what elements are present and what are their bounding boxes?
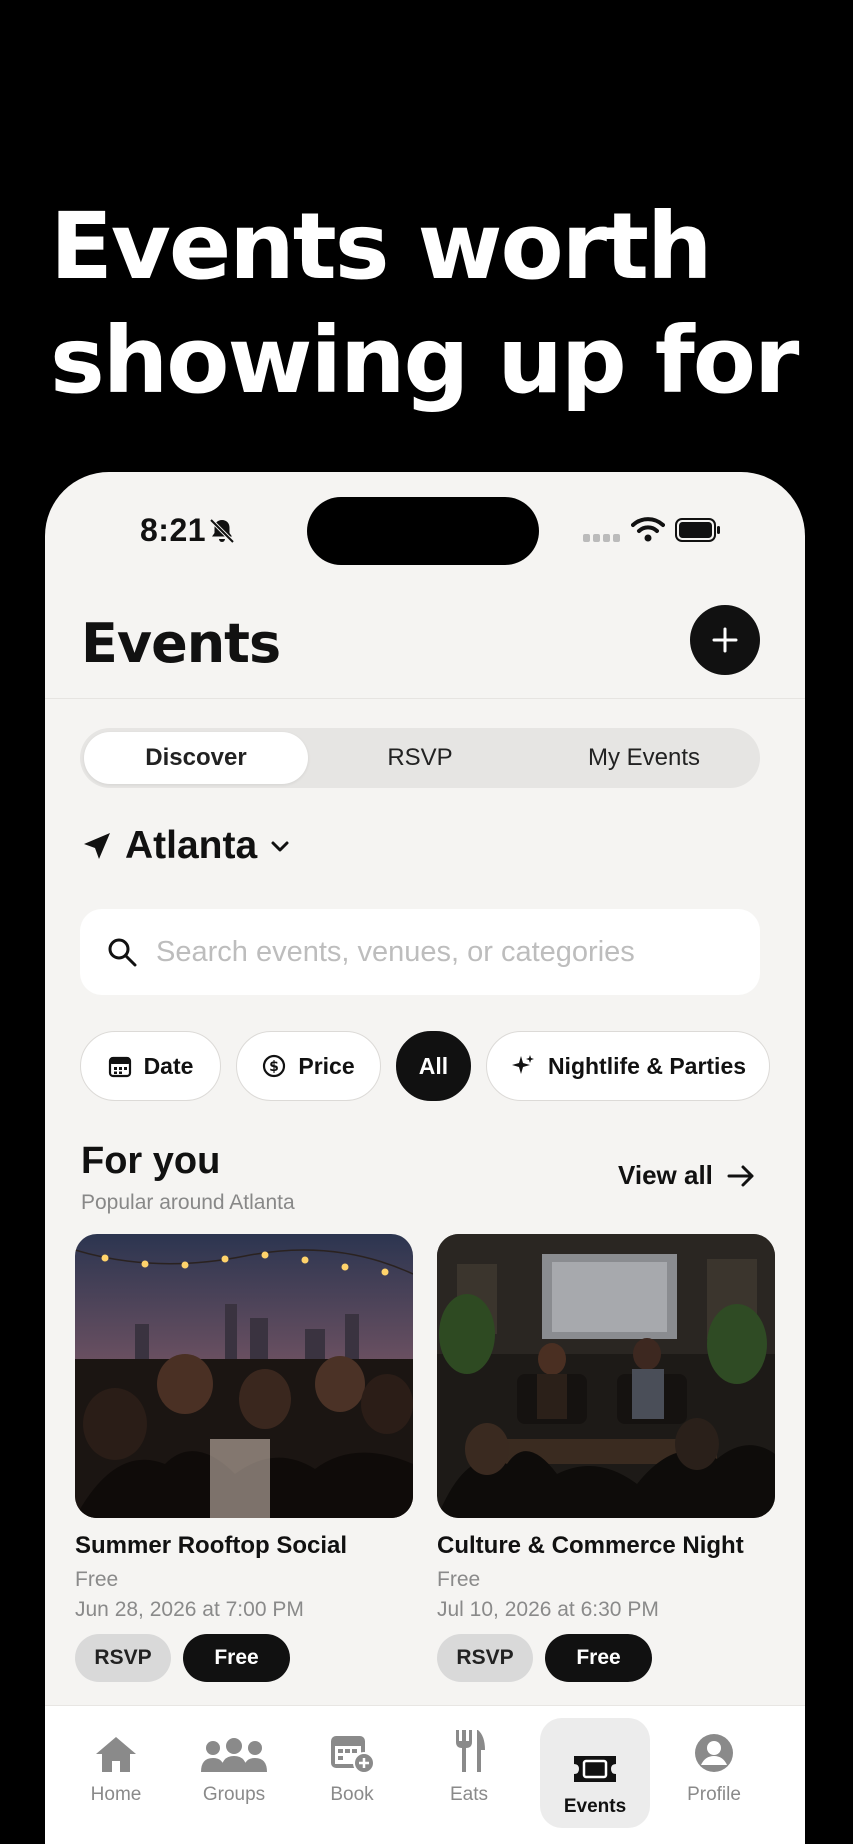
promo-headline: Events worth showing up for <box>50 190 830 418</box>
ticket-icon <box>574 1756 616 1782</box>
dynamic-island <box>307 497 539 565</box>
phone-screen: 8:21 Events Discover RSVP My Events Atla… <box>45 472 805 1844</box>
tab-book[interactable]: Book <box>297 1706 407 1816</box>
chevron-down-icon <box>271 841 289 852</box>
headline-line-1: Events worth <box>50 193 713 300</box>
all-filter-label: All <box>418 1052 449 1079</box>
nightlife-filter-chip[interactable]: Nightlife & Parties <box>486 1031 770 1101</box>
bell-off-icon <box>209 518 235 544</box>
status-time: 8:21 <box>140 512 207 548</box>
tab-eats-label: Eats <box>449 1784 489 1805</box>
wifi-icon <box>631 517 665 542</box>
tab-home[interactable]: Home <box>61 1706 171 1816</box>
location-city: Atlanta <box>125 824 258 867</box>
rsvp-button[interactable]: RSVP <box>75 1634 171 1682</box>
nightlife-filter-label: Nightlife & Parties <box>547 1052 747 1079</box>
date-filter-chip[interactable]: Date <box>80 1031 221 1101</box>
event-date: Jul 10, 2026 at 6:30 PM <box>437 1598 659 1621</box>
price-filter-label: Price <box>298 1052 355 1079</box>
tab-home-label: Home <box>90 1784 142 1805</box>
free-badge: Free <box>545 1634 652 1682</box>
segmented-control: Discover RSVP My Events <box>80 728 760 788</box>
plus-icon <box>712 627 738 653</box>
section-title: For you <box>81 1140 221 1182</box>
tab-rsvp[interactable]: RSVP <box>308 732 532 784</box>
date-filter-label: Date <box>143 1052 194 1079</box>
search-icon <box>108 938 137 967</box>
cellular-signal-icon <box>583 534 620 542</box>
location-arrow-icon <box>84 833 110 859</box>
sparkles-icon <box>511 1055 534 1074</box>
all-filter-chip[interactable]: All <box>396 1031 471 1101</box>
profile-icon <box>695 1734 733 1772</box>
free-badge: Free <box>183 1634 290 1682</box>
tab-profile-label: Profile <box>687 1784 741 1805</box>
headline-line-2: showing up for <box>50 307 799 414</box>
svg-text:$: $ <box>269 1059 279 1075</box>
home-icon <box>96 1737 136 1772</box>
rsvp-button[interactable]: RSVP <box>437 1634 533 1682</box>
event-name: Summer Rooftop Social <box>75 1532 348 1559</box>
groups-icon <box>201 1738 267 1772</box>
event-name: Culture & Commerce Night <box>437 1532 744 1559</box>
header-divider <box>45 698 805 699</box>
view-all-label: View all <box>618 1160 713 1190</box>
calendar-icon <box>108 1056 131 1078</box>
event-image-culture[interactable] <box>437 1234 775 1518</box>
view-all-link[interactable]: View all <box>618 1160 755 1191</box>
battery-icon <box>675 518 720 542</box>
section-subtitle: Popular around Atlanta <box>81 1191 295 1214</box>
tab-events[interactable]: Events <box>540 1718 650 1828</box>
event-card[interactable]: Culture & Commerce Night Free Jul 10, 20… <box>437 1234 775 1682</box>
add-event-button[interactable] <box>690 605 760 675</box>
tab-my-events[interactable]: My Events <box>532 732 756 784</box>
tab-profile[interactable]: Profile <box>659 1706 769 1816</box>
tab-groups[interactable]: Groups <box>179 1706 289 1816</box>
event-price: Free <box>437 1568 481 1591</box>
dollar-circle-icon: $ <box>263 1054 286 1078</box>
fork-knife-icon <box>456 1730 485 1772</box>
location-selector[interactable]: Atlanta <box>81 824 291 868</box>
event-card[interactable]: Summer Rooftop Social Free Jun 28, 2026 … <box>75 1234 413 1682</box>
arrow-right-icon <box>727 1165 754 1186</box>
price-filter-chip[interactable]: $ Price <box>236 1031 381 1101</box>
page-title: Events <box>81 612 281 675</box>
tab-eats[interactable]: Eats <box>414 1706 524 1816</box>
tab-book-label: Book <box>330 1784 374 1805</box>
calendar-add-icon <box>331 1736 375 1774</box>
event-price: Free <box>75 1568 119 1591</box>
bottom-tab-bar: Home Groups Book Eats Events Profile <box>45 1705 805 1844</box>
event-image-rooftop[interactable] <box>75 1234 413 1518</box>
tab-groups-label: Groups <box>202 1784 266 1805</box>
tab-events-label: Events <box>563 1796 627 1817</box>
search-input[interactable] <box>156 935 716 969</box>
search-bar[interactable] <box>80 909 760 995</box>
tab-discover[interactable]: Discover <box>84 732 308 784</box>
event-date: Jun 28, 2026 at 7:00 PM <box>75 1598 304 1621</box>
